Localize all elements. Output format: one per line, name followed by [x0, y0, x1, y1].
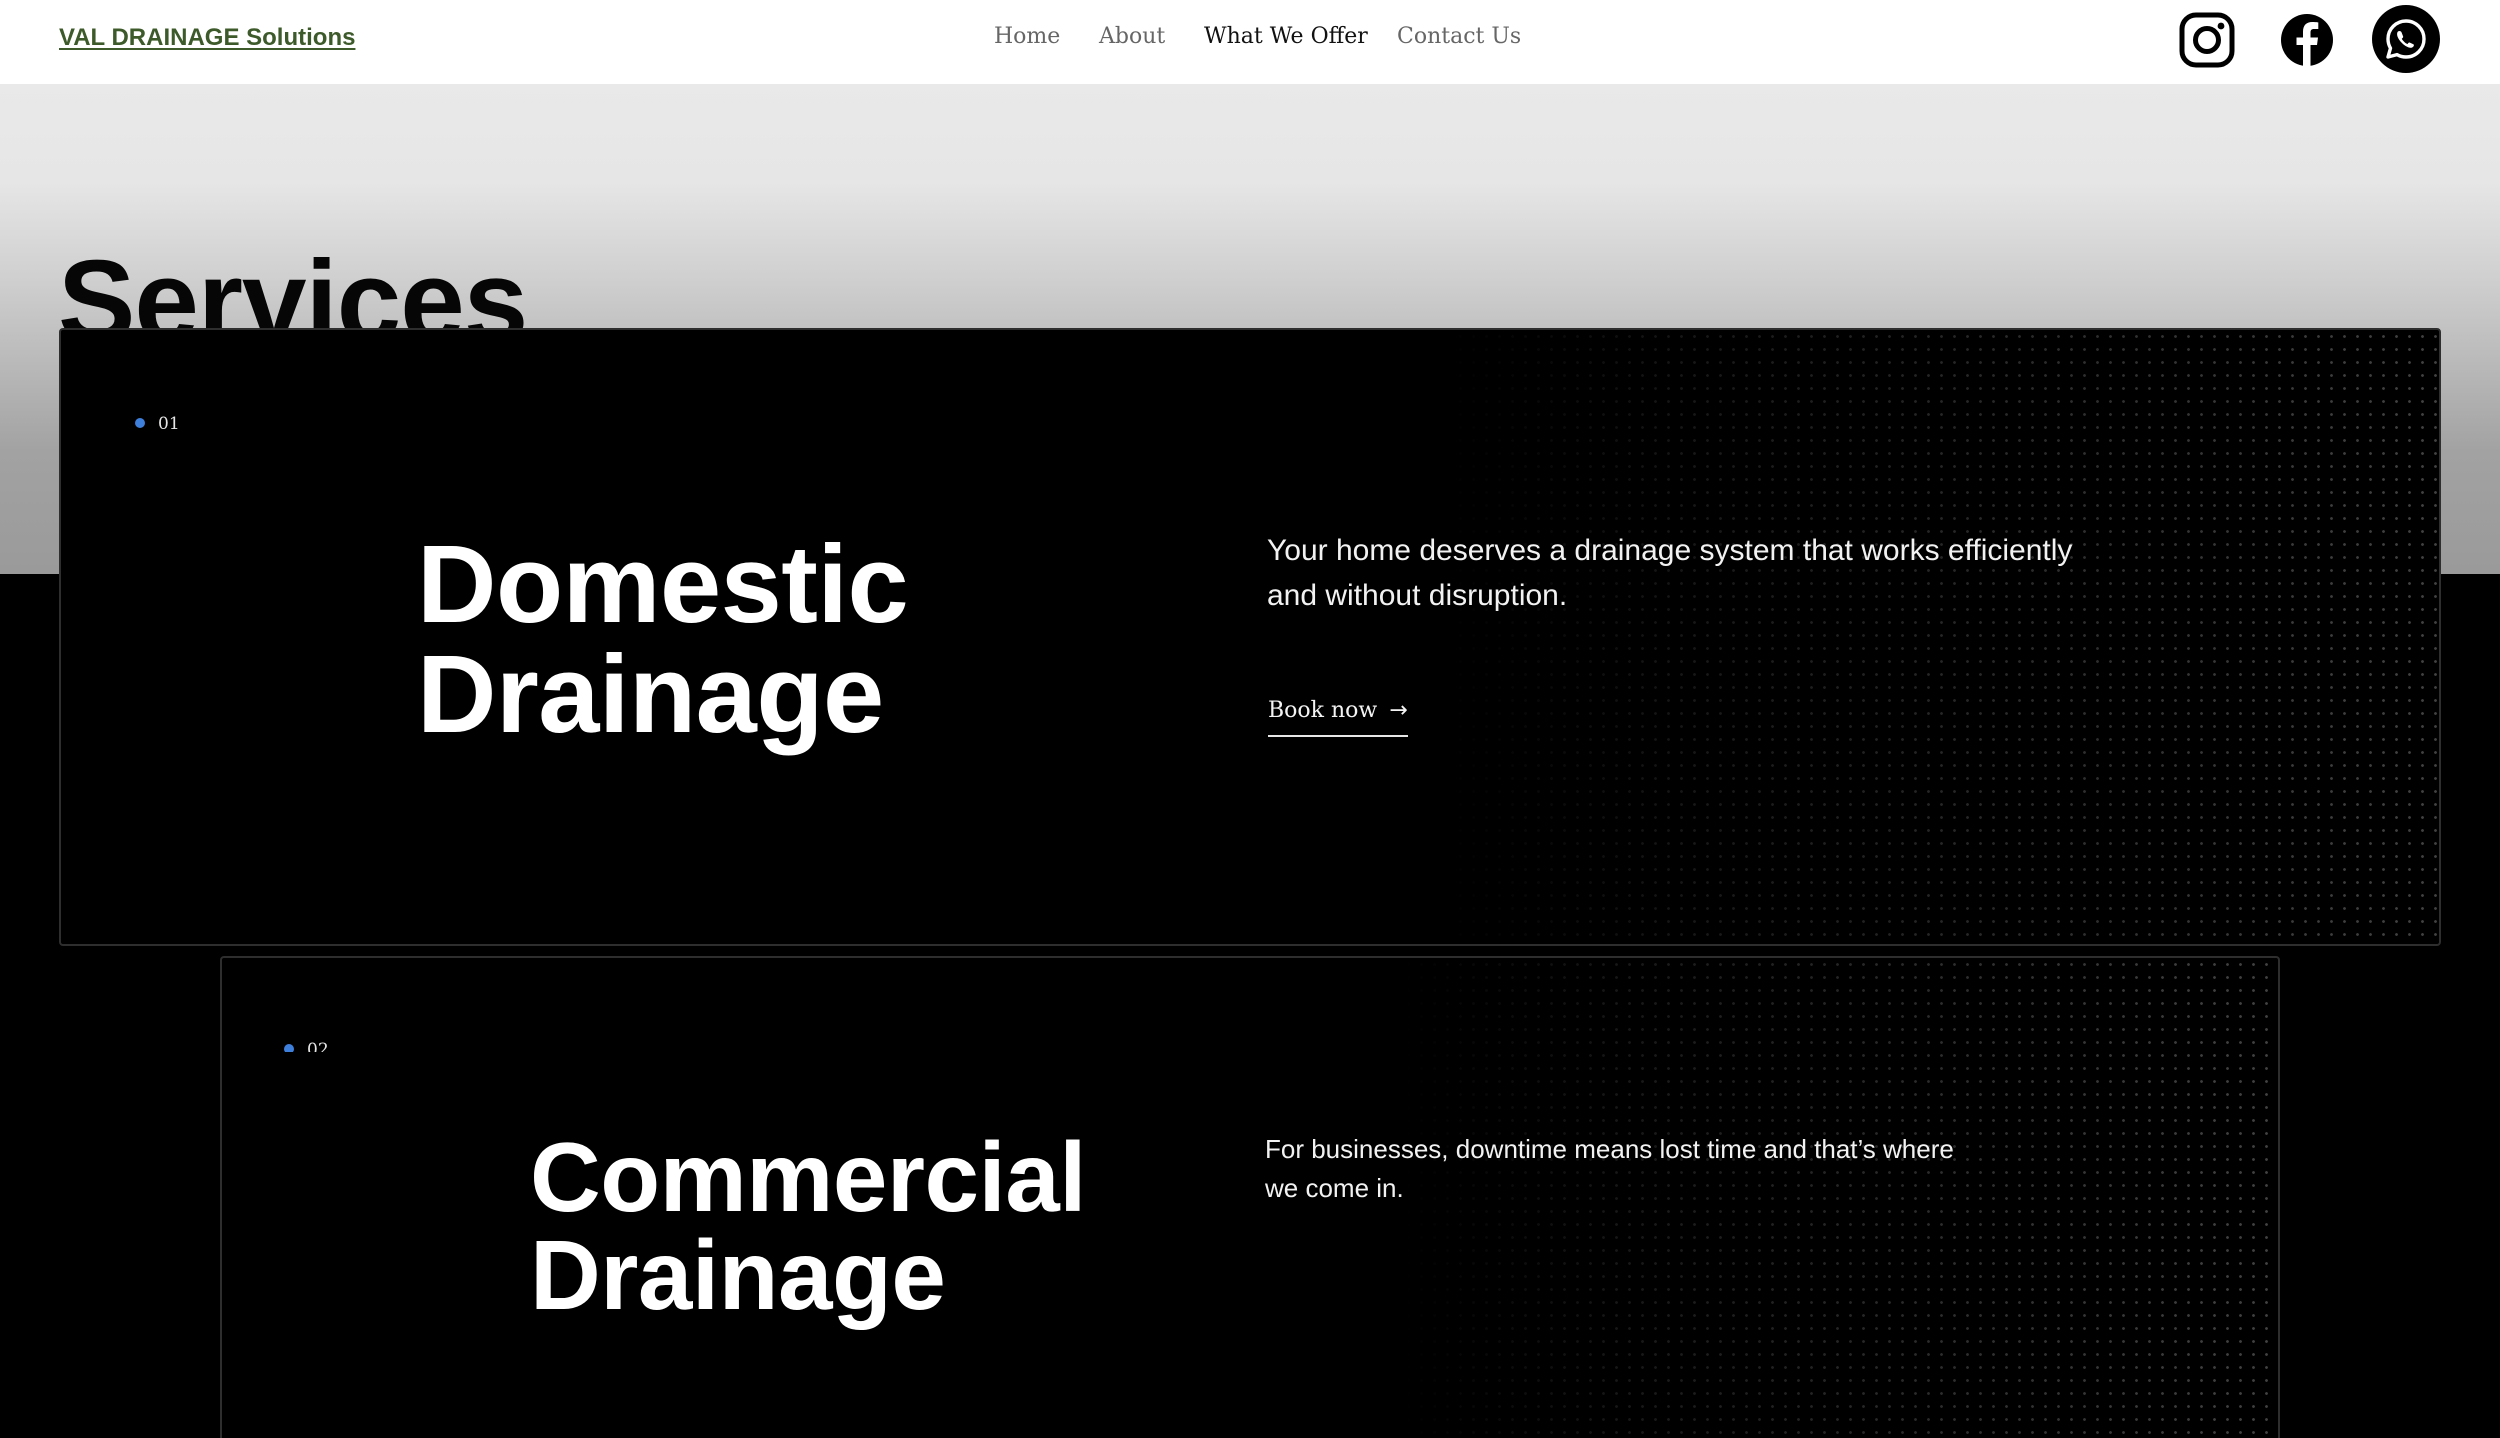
service-description: Your home deserves a drainage system tha…	[1267, 534, 2073, 612]
service-card-domestic: 01 Domestic Drainage Your home deserves …	[59, 328, 2441, 946]
service-description: For businesses, downtime means lost time…	[1265, 1134, 1954, 1203]
main-nav: Home About What We Offer Contact Us	[0, 24, 2500, 64]
service-heading: Commercial Drainage	[530, 1122, 1087, 1330]
arrow-right-icon: →	[1389, 698, 1408, 723]
service-number-label: 01	[158, 414, 180, 434]
nav-link-home[interactable]: Home	[994, 24, 1060, 49]
service-heading-line2: Drainage	[417, 633, 884, 756]
nav-link-about[interactable]: About	[1099, 24, 1165, 49]
page: VAL DRAINAGE Solutions Home About What W…	[0, 0, 2500, 1438]
dot-pattern-decoration	[1441, 330, 2439, 944]
service-heading-line2: Drainage	[530, 1220, 946, 1330]
service-heading-line1: Domestic	[417, 523, 909, 646]
service-heading-line1: Commercial	[530, 1122, 1087, 1232]
service-heading: Domestic Drainage	[417, 523, 909, 756]
whatsapp-icon[interactable]	[2371, 4, 2441, 74]
instagram-icon[interactable]	[2172, 5, 2242, 75]
top-navbar: VAL DRAINAGE Solutions Home About What W…	[0, 0, 2500, 84]
bullet-dot-icon	[135, 417, 145, 428]
facebook-icon[interactable]	[2272, 5, 2342, 75]
book-now-label: Book now	[1268, 698, 1378, 723]
bullet-dot-icon	[284, 1043, 294, 1052]
nav-link-contact-us[interactable]: Contact Us	[1397, 24, 1521, 49]
nav-link-what-we-offer[interactable]: What We Offer	[1204, 24, 1368, 49]
book-now-link[interactable]: Book now →	[1268, 698, 1408, 737]
service-number-label: 02	[307, 1040, 329, 1052]
service-card-commercial: 02 Commercial Drainage For businesses, d…	[220, 956, 2280, 1438]
service-number: 02	[284, 1040, 329, 1052]
service-number: 01	[135, 414, 180, 434]
